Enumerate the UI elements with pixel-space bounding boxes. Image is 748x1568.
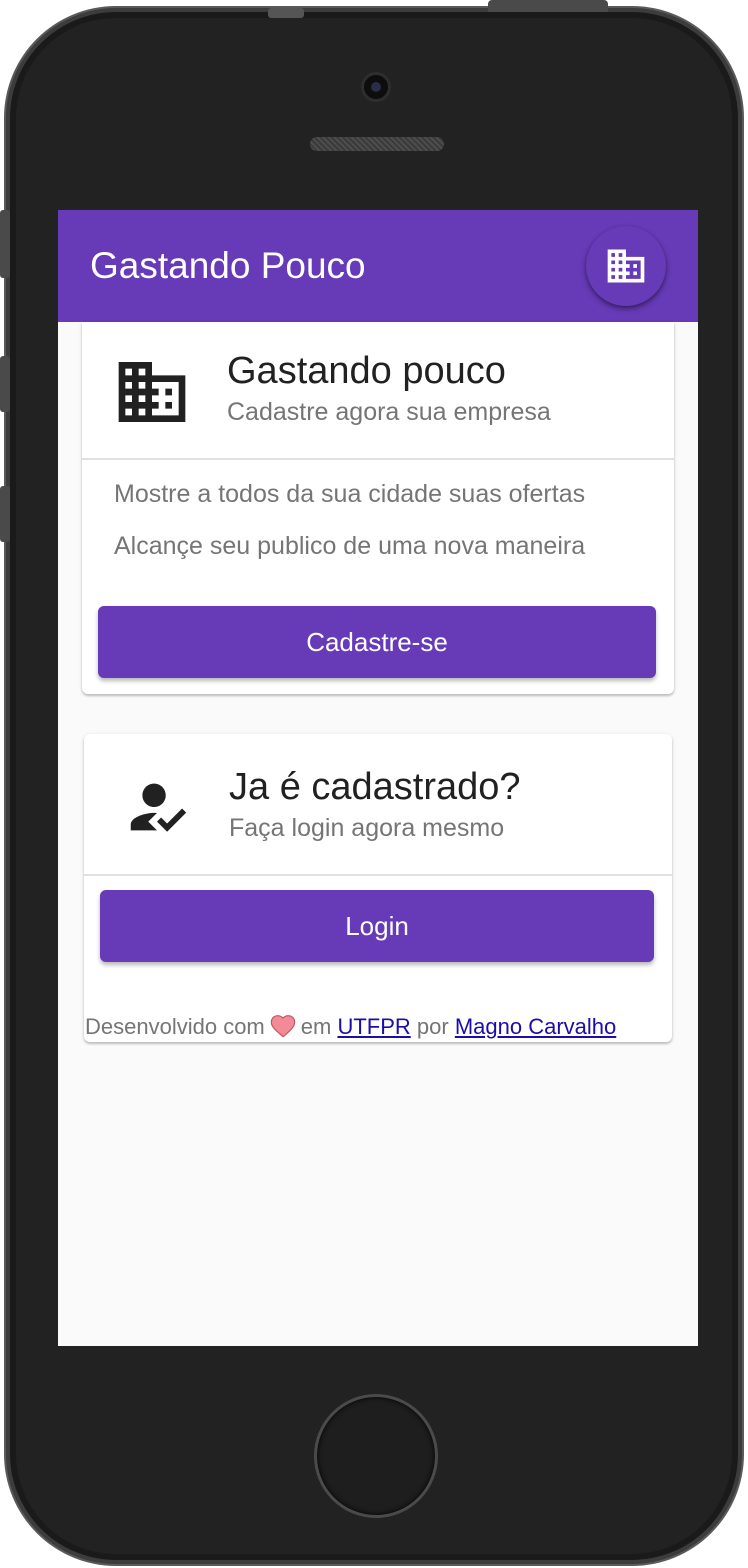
login-card-subtitle: Faça login agora mesmo: [229, 814, 505, 842]
heart-icon: [269, 1012, 297, 1044]
mute-switch: [0, 210, 10, 278]
power-button: [488, 0, 608, 12]
login-card-title: Ja é cadastrado?: [229, 766, 521, 808]
footer-middle: em: [300, 1014, 332, 1039]
footer-credits: Desenvolvido com em UTFPR por Magno Carva…: [85, 1012, 675, 1044]
footer-prefix: Desenvolvido com: [85, 1014, 265, 1039]
business-fab-button[interactable]: [586, 226, 666, 306]
register-line-2: Alcançe seu publico de uma nova maneira: [114, 532, 586, 560]
login-button[interactable]: Login: [100, 890, 654, 962]
register-button[interactable]: Cadastre-se: [98, 606, 656, 678]
ringer-switch: [268, 8, 304, 18]
app-toolbar: Gastando Pouco: [58, 210, 698, 322]
utfpr-link[interactable]: UTFPR: [337, 1014, 410, 1039]
front-camera: [361, 72, 391, 102]
earpiece-speaker: [310, 137, 444, 151]
volume-down-button: [0, 486, 10, 542]
author-link[interactable]: Magno Carvalho: [455, 1014, 616, 1039]
register-line-1: Mostre a todos da sua cidade suas oferta…: [114, 480, 586, 508]
register-card: Gastando pouco Cadastre agora sua empres…: [82, 322, 674, 694]
register-card-subtitle: Cadastre agora sua empresa: [227, 398, 551, 426]
volume-up-button: [0, 356, 10, 412]
business-icon: [607, 249, 645, 283]
app-screen: Gastando Pouco Gastando pouco Cadastre a…: [58, 210, 698, 1346]
app-title: Gastando Pouco: [90, 245, 366, 286]
footer-joiner: por: [416, 1014, 449, 1039]
card-divider: [82, 458, 674, 460]
register-card-title: Gastando pouco: [227, 350, 506, 392]
card-divider: [84, 874, 672, 876]
business-icon: [118, 362, 186, 422]
login-card: Ja é cadastrado? Faça login agora mesmo …: [84, 734, 672, 1042]
home-button[interactable]: [314, 1394, 438, 1518]
how-to-reg-icon: [130, 783, 187, 832]
